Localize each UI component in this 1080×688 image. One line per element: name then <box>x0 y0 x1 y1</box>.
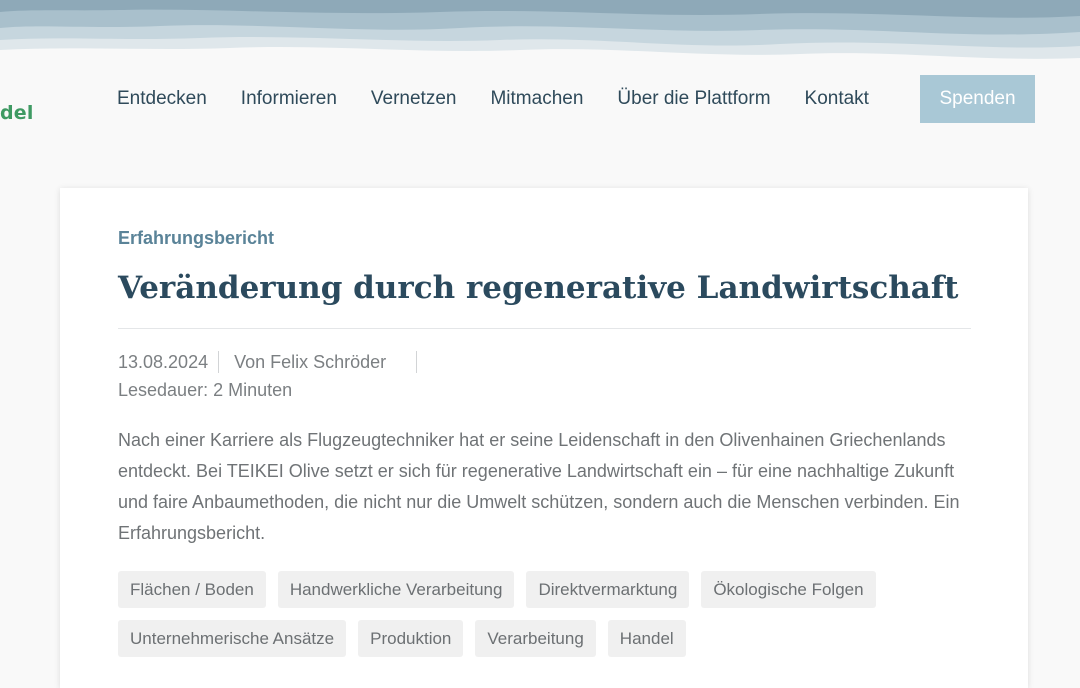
main-navigation: Entdecken Informieren Vernetzen Mitmache… <box>100 75 886 123</box>
nav-item-vernetzen[interactable]: Vernetzen <box>354 75 474 123</box>
donate-button[interactable]: Spenden <box>920 75 1035 123</box>
tag-handel[interactable]: Handel <box>607 620 686 657</box>
article-category[interactable]: Erfahrungsbericht <box>118 228 274 249</box>
article-excerpt: Nach einer Karriere als Flugzeugtechnike… <box>118 430 960 543</box>
meta-separator <box>416 351 418 373</box>
title-divider <box>118 328 971 329</box>
tag-handwerkliche-verarbeitung[interactable]: Handwerkliche Verarbeitung <box>277 571 515 608</box>
nav-item-entdecken[interactable]: Entdecken <box>100 75 224 123</box>
article-reading-time: Lesedauer: 2 Minuten <box>118 380 293 400</box>
article-date: 13.08.2024 <box>118 352 209 372</box>
article-title[interactable]: Veränderung durch regenerative Landwirts… <box>118 270 959 306</box>
nav-item-ueber-die-plattform[interactable]: Über die Plattform <box>600 75 787 123</box>
tag-produktion[interactable]: Produktion <box>358 620 464 657</box>
article-author: Von Felix Schröder <box>234 352 387 372</box>
tag-unternehmerische-ansaetze[interactable]: Unternehmerische Ansätze <box>118 620 347 657</box>
tag-oekologische-folgen[interactable]: Ökologische Folgen <box>701 571 876 608</box>
header-watercolor-banner <box>0 0 1080 80</box>
nav-item-informieren[interactable]: Informieren <box>224 75 354 123</box>
article-card: Erfahrungsbericht Veränderung durch rege… <box>60 188 1028 688</box>
nav-item-mitmachen[interactable]: Mitmachen <box>473 75 600 123</box>
tag-verarbeitung[interactable]: Verarbeitung <box>475 620 596 657</box>
meta-separator <box>218 351 220 373</box>
tag-flaechen-boden[interactable]: Flächen / Boden <box>118 571 266 608</box>
nav-item-kontakt[interactable]: Kontakt <box>788 75 886 123</box>
article-meta: 13.08.2024 Von Felix Schröder Lesedauer:… <box>118 348 432 404</box>
site-logo-fragment[interactable]: del <box>0 102 34 124</box>
tag-list: Flächen / Boden Handwerkliche Verarbeitu… <box>118 571 998 657</box>
tag-direktvermarktung[interactable]: Direktvermarktung <box>526 571 690 608</box>
